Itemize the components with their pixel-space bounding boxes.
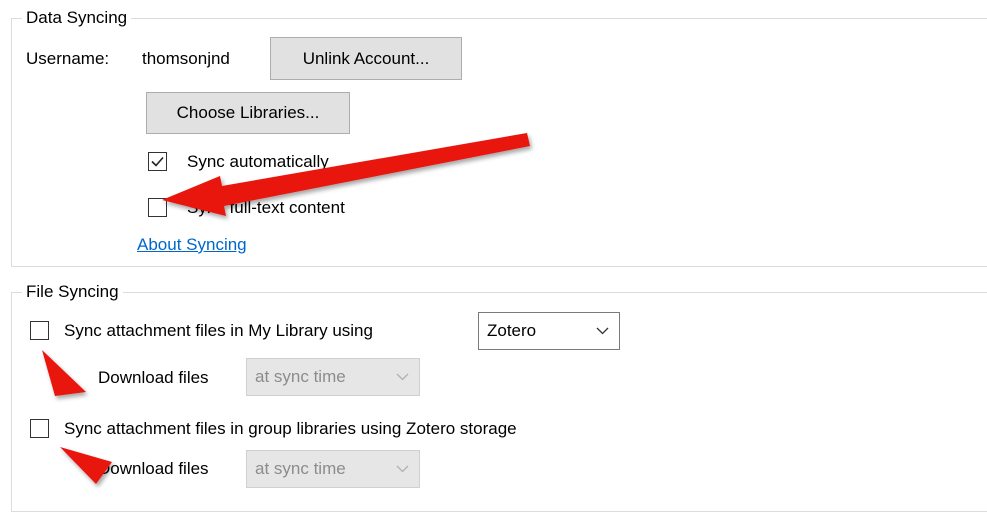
sync-mylibrary-checkbox[interactable] <box>30 321 49 340</box>
sync-fulltext-label[interactable]: Sync full-text content <box>187 197 345 219</box>
group-download-value: at sync time <box>255 459 346 478</box>
mylibrary-download-value: at sync time <box>255 367 346 386</box>
mylibrary-download-label: Download files <box>98 368 209 387</box>
chevron-down-icon <box>396 465 409 473</box>
unlink-account-button[interactable]: Unlink Account... <box>270 37 462 80</box>
username-value: thomsonjnd <box>142 49 230 68</box>
sync-automatically-label[interactable]: Sync automatically <box>187 151 329 173</box>
choose-libraries-button[interactable]: Choose Libraries... <box>146 92 350 134</box>
sync-group-libraries-checkbox[interactable] <box>30 419 49 438</box>
username-label: Username: <box>26 49 110 68</box>
file-syncing-title: File Syncing <box>22 282 123 302</box>
sync-group-libraries-label[interactable]: Sync attachment files in group libraries… <box>64 418 517 440</box>
sync-mylibrary-label[interactable]: Sync attachment files in My Library usin… <box>64 320 373 342</box>
data-syncing-title: Data Syncing <box>22 8 132 28</box>
sync-fulltext-checkbox[interactable] <box>148 198 167 217</box>
group-download-label: Download files <box>98 459 209 478</box>
chevron-down-icon <box>396 373 409 381</box>
chevron-down-icon <box>596 327 609 335</box>
sync-method-select[interactable]: Zotero <box>478 312 620 350</box>
mylibrary-download-select[interactable]: at sync time <box>246 358 420 396</box>
sync-method-value: Zotero <box>487 321 537 340</box>
group-download-select[interactable]: at sync time <box>246 450 420 488</box>
about-syncing-link[interactable]: About Syncing <box>137 234 247 256</box>
checkmark-icon <box>151 156 164 167</box>
sync-automatically-checkbox[interactable] <box>148 152 167 171</box>
